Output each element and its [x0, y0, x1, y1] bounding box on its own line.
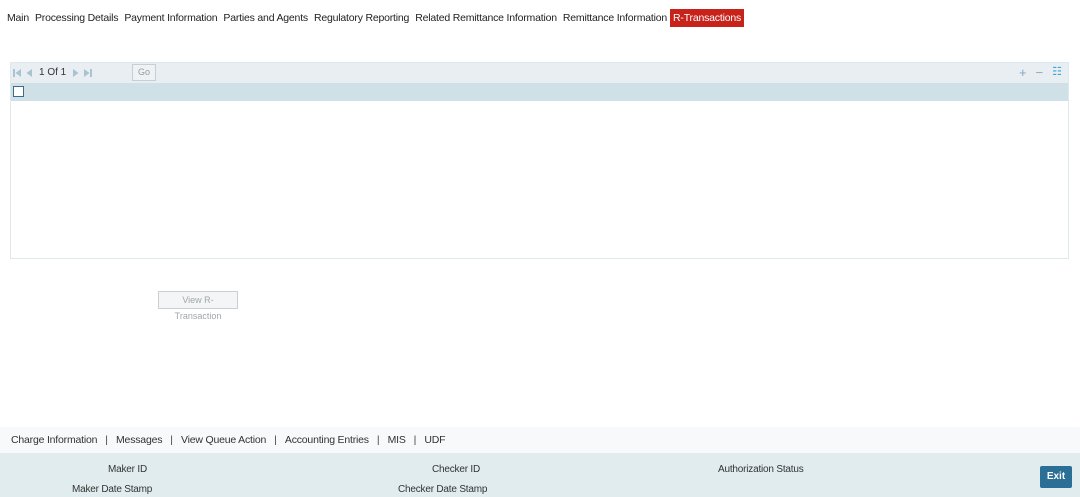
last-page-icon[interactable]: [83, 68, 93, 78]
separator: |: [105, 434, 109, 446]
charge-information-link[interactable]: Charge Information: [11, 434, 97, 446]
maker-date-stamp-label: Maker Date Stamp: [72, 484, 153, 495]
separator: |: [376, 434, 380, 446]
remove-row-icon[interactable]: −: [1036, 66, 1044, 79]
add-row-icon[interactable]: +: [1019, 66, 1027, 79]
tab-related-remittance-information[interactable]: Related Remittance Information: [412, 9, 560, 27]
accounting-entries-link[interactable]: Accounting Entries: [285, 434, 369, 446]
udf-link[interactable]: UDF: [424, 434, 445, 446]
page-indicator: 1 Of 1: [39, 67, 67, 78]
tab-r-transactions[interactable]: R-Transactions: [670, 9, 745, 27]
mis-link[interactable]: MIS: [388, 434, 406, 446]
tab-main[interactable]: Main: [4, 9, 32, 27]
maker-id-label: Maker ID: [108, 464, 147, 475]
r-transactions-grid: 1 Of 1 Go + − ☷: [10, 62, 1069, 259]
tab-bar: Main Processing Details Payment Informat…: [4, 9, 745, 27]
grid-header-row: [11, 83, 1068, 101]
separator: |: [413, 434, 417, 446]
authorization-status-label: Authorization Status: [718, 464, 804, 475]
column-menu-icon[interactable]: ☷: [1052, 66, 1062, 79]
footer-links: Charge Information | Messages | View Que…: [0, 427, 1080, 453]
first-page-icon[interactable]: [13, 68, 22, 78]
select-all-checkbox[interactable]: [13, 86, 24, 97]
grid-pager: 1 Of 1 Go + − ☷: [11, 63, 1068, 83]
tab-regulatory-reporting[interactable]: Regulatory Reporting: [311, 9, 412, 27]
separator: |: [170, 434, 174, 446]
view-r-transaction-button[interactable]: View R-Transaction: [158, 291, 238, 321]
tab-parties-and-agents[interactable]: Parties and Agents: [220, 9, 311, 27]
tab-processing-details[interactable]: Processing Details: [32, 9, 121, 27]
audit-bar: [0, 453, 1080, 497]
checker-id-label: Checker ID: [432, 464, 481, 475]
go-button[interactable]: Go: [132, 64, 156, 81]
previous-page-icon[interactable]: [25, 68, 34, 78]
messages-link[interactable]: Messages: [116, 434, 162, 446]
separator: |: [274, 434, 277, 446]
tab-remittance-information[interactable]: Remittance Information: [560, 9, 670, 27]
checker-date-stamp-label: Checker Date Stamp: [398, 484, 488, 495]
tab-payment-information[interactable]: Payment Information: [121, 9, 220, 27]
exit-button[interactable]: Exit: [1040, 466, 1072, 488]
next-page-icon[interactable]: [71, 68, 80, 78]
view-queue-action-link[interactable]: View Queue Action: [181, 434, 266, 446]
